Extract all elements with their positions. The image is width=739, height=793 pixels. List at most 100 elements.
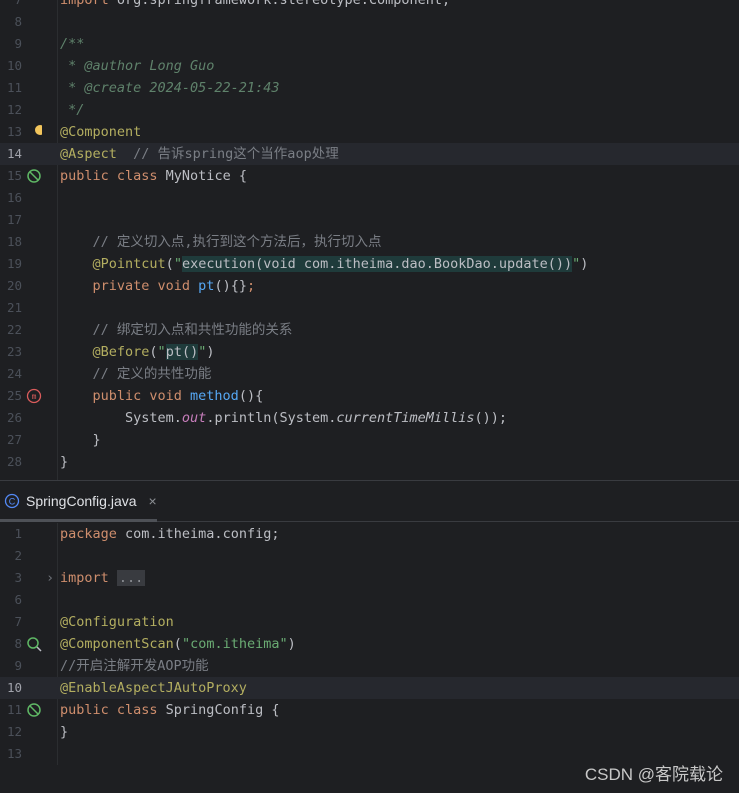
line-number: 7 <box>14 614 22 629</box>
code-token: .println(System. <box>206 410 337 426</box>
code-token: (){} <box>214 278 247 294</box>
code-line[interactable]: 21 <box>0 297 739 319</box>
code-line[interactable]: 24 // 定义的共性功能 <box>0 363 739 385</box>
code-line[interactable]: 12} <box>0 721 739 743</box>
line-number: 13 <box>6 124 22 139</box>
code-token: public class <box>60 168 166 184</box>
code-line[interactable]: 14 @Aspect // 告诉spring这个当作aop处理 <box>0 143 739 165</box>
line-number: 12 <box>6 102 22 117</box>
code-line[interactable]: 2 <box>0 545 739 567</box>
code-token: * @create 2024-05-22-21:43 <box>60 80 280 96</box>
code-token: ) <box>287 636 296 652</box>
code-line[interactable]: 23 @Before("pt()") <box>0 341 739 363</box>
code-line[interactable]: 8 @ComponentScan("com.itheima") <box>0 633 739 655</box>
code-line[interactable]: 25 m public void method(){ <box>0 385 739 407</box>
code-line[interactable]: 6 <box>0 589 739 611</box>
code-line[interactable]: 10 * @author Long Guo <box>0 55 739 77</box>
close-icon[interactable]: × <box>149 493 157 509</box>
code-line[interactable]: 9 /** <box>0 33 739 55</box>
code-text: */ <box>60 99 84 121</box>
advice-method-icon[interactable]: m <box>26 388 42 404</box>
code-token: MyNotice { <box>165 168 247 184</box>
code-line[interactable]: 8 <box>0 11 739 33</box>
line-number: 15 <box>6 168 22 183</box>
line-number: 2 <box>14 548 22 563</box>
code-line[interactable]: 3 › import ... <box>0 567 739 589</box>
code-text: private void pt(){}; <box>60 275 256 297</box>
code-token: } <box>60 724 69 740</box>
code-text: * @create 2024-05-22-21:43 <box>60 77 279 99</box>
code-line[interactable]: 22 // 绑定切入点和共性功能的关系 <box>0 319 739 341</box>
scan-icon[interactable] <box>26 636 42 652</box>
code-text: import ... <box>60 567 146 589</box>
code-token: " <box>173 256 182 272</box>
code-token: ()); <box>474 410 508 426</box>
line-number: 3 <box>14 570 22 585</box>
code-line[interactable]: 1 package com.itheima.config; <box>0 523 739 545</box>
code-token: @Pointcut <box>60 256 166 272</box>
tab-springconfig[interactable]: C SpringConfig.java × <box>0 481 157 522</box>
svg-text:C: C <box>9 497 16 507</box>
line-number: 22 <box>6 322 22 337</box>
code-text: * @author Long Guo <box>60 55 214 77</box>
line-number: 7 <box>0 0 22 11</box>
line-number: 8 <box>14 14 22 29</box>
bulb-icon[interactable] <box>26 124 45 140</box>
code-line[interactable]: 27 } <box>0 429 739 451</box>
code-text: package com.itheima.config; <box>60 523 279 545</box>
code-line[interactable]: 12 */ <box>0 99 739 121</box>
code-token: public class <box>60 702 166 718</box>
no-bean-icon[interactable] <box>26 702 42 718</box>
no-bean-icon[interactable] <box>26 168 42 184</box>
code-token: ) <box>206 344 215 360</box>
code-line[interactable]: 28} <box>0 451 739 473</box>
code-line[interactable]: 18 // 定义切入点,执行到这个方法后，执行切入点 <box>0 231 739 253</box>
editor-mynotice[interactable]: 7 import org.springframework.stereotype.C… <box>0 0 739 480</box>
code-token: /** <box>60 36 85 52</box>
code-line[interactable]: 17 <box>0 209 739 231</box>
editor-springconfig[interactable]: 1 package com.itheima.config; 2 3 › import ..… <box>0 523 739 765</box>
code-line[interactable]: 19 @Pointcut("execution(void com.itheima… <box>0 253 739 275</box>
code-text: @Component <box>60 121 141 143</box>
code-line[interactable]: 11 public class SpringConfig { <box>0 699 739 721</box>
code-text: @Configuration <box>60 611 174 633</box>
watermark: CSDN @客院载论 <box>584 765 723 784</box>
code-line[interactable]: 7 @Configuration <box>0 611 739 633</box>
code-line[interactable]: 16 <box>0 187 739 209</box>
code-line[interactable]: 15 public class MyNotice { <box>0 165 739 187</box>
code-token: ( <box>173 636 182 652</box>
code-token: pt <box>198 278 215 294</box>
code-line[interactable]: 13 @Component <box>0 121 739 143</box>
active-tab-indicator <box>0 519 157 522</box>
code-text: @EnableAspectJAutoProxy <box>60 677 247 699</box>
code-token: // 绑定切入点和共性功能的关系 <box>60 322 293 338</box>
line-number: 23 <box>6 344 22 359</box>
code-text: @ComponentScan("com.itheima") <box>60 633 296 655</box>
code-token: out <box>181 410 207 426</box>
code-token: org.springframework.stereotype. <box>116 0 369 8</box>
code-token: (){ <box>238 388 264 404</box>
code-text: @Pointcut("execution(void com.itheima.da… <box>60 253 588 275</box>
code-text: // 定义切入点,执行到这个方法后，执行切入点 <box>60 231 382 253</box>
code-text: public void method(){ <box>60 385 264 407</box>
code-token: */ <box>60 102 85 118</box>
code-token: com.itheima.config; <box>125 526 280 542</box>
code-text: @Aspect // 告诉spring这个当作aop处理 <box>60 143 339 165</box>
code-token: private void <box>60 278 199 294</box>
code-line[interactable]: 20 private void pt(){}; <box>0 275 739 297</box>
code-line[interactable]: 9 //开启注解开发AOP功能 <box>0 655 739 677</box>
code-token: ( <box>149 344 158 360</box>
line-number: 9 <box>14 36 22 51</box>
line-number: 12 <box>6 724 22 739</box>
fold-chevron-icon[interactable]: › <box>46 567 54 589</box>
line-number: 9 <box>14 658 22 673</box>
code-token: " <box>572 256 581 272</box>
line-number: 18 <box>6 234 22 249</box>
code-line[interactable]: 26 System.out.println(System.currentTime… <box>0 407 739 429</box>
code-line[interactable]: 11 * @create 2024-05-22-21:43 <box>0 77 739 99</box>
code-token: // 定义的共性功能 <box>60 366 212 382</box>
line-number: 28 <box>6 454 22 469</box>
code-line[interactable]: 7 import org.springframework.stereotype.C… <box>0 0 739 11</box>
code-line[interactable]: 10 @EnableAspectJAutoProxy <box>0 677 739 699</box>
code-text: System.out.println(System.currentTimeMil… <box>60 407 507 429</box>
